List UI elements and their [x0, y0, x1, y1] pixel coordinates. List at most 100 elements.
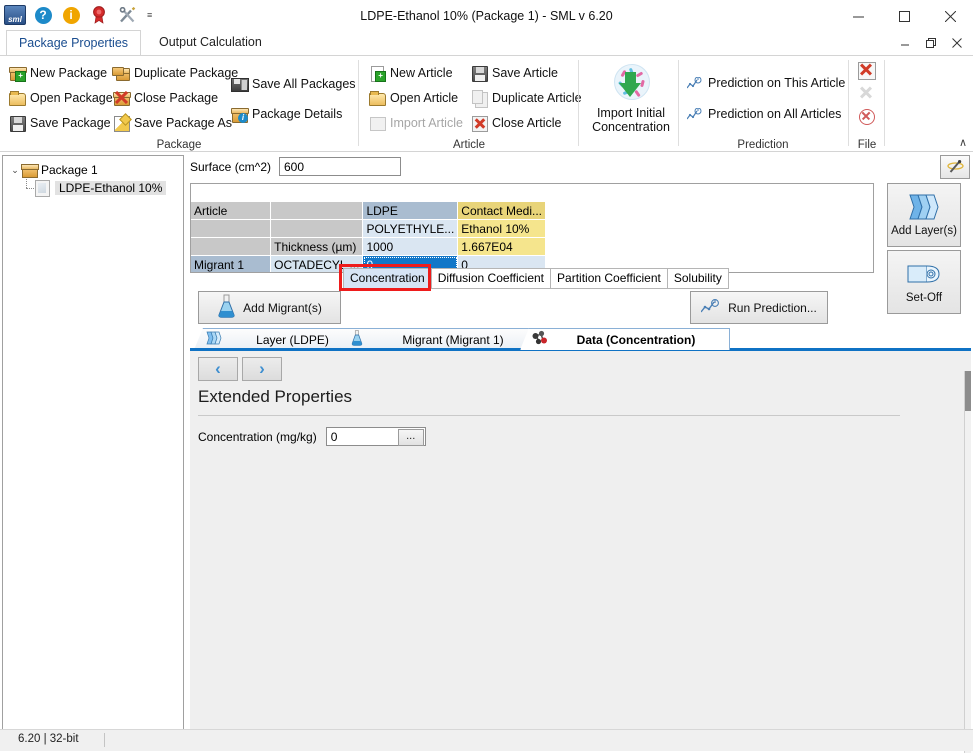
tab-layer-label: Layer (LDPE) — [230, 333, 355, 347]
tree-node-article-label: LDPE-Ethanol 10% — [55, 181, 166, 195]
grid-cell[interactable] — [363, 184, 458, 202]
duplicate-article-button[interactable]: Duplicate Article — [468, 86, 585, 110]
tree-connector — [21, 179, 35, 197]
add-layers-button[interactable]: Add Layer(s) — [887, 183, 961, 247]
set-off-icon — [905, 260, 943, 290]
chevron-down-icon[interactable]: ⌄ — [9, 164, 21, 176]
add-migrants-button[interactable]: Add Migrant(s) — [198, 291, 341, 324]
tab-partition-coefficient[interactable]: Partition Coefficient — [550, 268, 668, 289]
prediction-on-this-article-button[interactable]: Prediction on This Article — [684, 71, 848, 95]
quick-access-toolbar: sml ? i — [4, 4, 152, 26]
save-package-as-button[interactable]: Save Package As — [110, 111, 235, 135]
tab-solubility[interactable]: Solubility — [667, 268, 729, 289]
open-package-button[interactable]: Open Package — [6, 86, 116, 110]
add-migrants-label: Add Migrant(s) — [243, 301, 322, 315]
award-icon[interactable] — [88, 4, 110, 26]
table-row[interactable]: Thickness (µm) 1000 1.667E04 — [191, 238, 873, 256]
concentration-input[interactable]: 0 ... — [326, 427, 426, 446]
run-prediction-button[interactable]: Run Prediction... — [690, 291, 828, 324]
duplicate-package-button[interactable]: Duplicate Package — [110, 61, 241, 85]
tree-node-article[interactable]: LDPE-Ethanol 10% — [3, 179, 183, 197]
window-minimize-button[interactable] — [835, 0, 881, 32]
grid-cell-filler — [545, 202, 872, 220]
close-package-icon — [113, 90, 129, 106]
save-package-icon — [9, 115, 25, 131]
table-row[interactable]: POLYETHYLE... Ethanol 10% — [191, 220, 873, 238]
close-package-button[interactable]: Close Package — [110, 86, 221, 110]
grid-cell[interactable] — [271, 184, 363, 202]
mdi-minimize-button[interactable] — [893, 32, 917, 54]
tab-diffusion-coefficient[interactable]: Diffusion Coefficient — [431, 268, 551, 289]
mdi-restore-button[interactable] — [919, 32, 943, 54]
vertical-scrollbar[interactable] — [964, 371, 971, 753]
ribbon-group-article-label: Article — [360, 139, 578, 151]
set-off-button[interactable]: Set-Off — [887, 250, 961, 314]
quick-access-more-icon[interactable]: ≡ — [144, 10, 152, 20]
prediction-on-all-articles-button[interactable]: Prediction on All Articles — [684, 102, 844, 126]
cut-file-icon[interactable] — [856, 83, 876, 103]
tree-node-package-1[interactable]: ⌄ Package 1 — [3, 161, 183, 179]
title-bar: LDPE-Ethanol 10% (Package 1) - SML v 6.2… — [0, 0, 973, 32]
tab-solubility-label: Solubility — [674, 271, 722, 285]
grid-cell-filler — [545, 238, 872, 256]
grid-cell-polymer[interactable]: POLYETHYLE... — [363, 220, 458, 238]
tab-migrant[interactable]: Migrant (Migrant 1) — [340, 328, 550, 350]
grid-cell[interactable] — [271, 202, 363, 220]
group-separator — [358, 60, 359, 146]
info-icon[interactable]: i — [60, 4, 82, 26]
import-article-icon — [369, 115, 385, 131]
new-article-button[interactable]: + New Article — [366, 61, 456, 85]
grid-cell-simulant[interactable]: Ethanol 10% — [458, 220, 546, 238]
article-grid[interactable]: Article LDPE Contact Medi... POLYETHYLE.… — [190, 183, 874, 273]
close-article-button[interactable]: Close Article — [468, 111, 564, 135]
tab-data-concentration[interactable]: Data (Concentration) — [520, 328, 730, 350]
grid-cell[interactable] — [191, 184, 271, 202]
delete-file-icon[interactable] — [856, 106, 876, 126]
tab-output-calculation[interactable]: Output Calculation — [145, 30, 276, 56]
grid-cell-migrant-label[interactable]: Migrant 1 — [191, 256, 271, 274]
table-row[interactable]: Article LDPE Contact Medi... — [191, 202, 873, 220]
next-button[interactable]: › — [242, 357, 282, 381]
grid-cell[interactable] — [191, 220, 271, 238]
open-package-icon — [9, 90, 25, 106]
divider — [198, 415, 900, 416]
import-article-button[interactable]: Import Article — [366, 111, 466, 135]
save-package-button[interactable]: Save Package — [6, 111, 114, 135]
import-initial-concentration-button[interactable]: Import Initial Concentration — [585, 60, 677, 134]
grid-cell[interactable] — [191, 238, 271, 256]
concentration-browse-button[interactable]: ... — [398, 429, 424, 446]
scrollbar-thumb[interactable] — [965, 371, 971, 411]
grid-cell-thickness-label[interactable]: Thickness (µm) — [271, 238, 363, 256]
tab-package-properties[interactable]: Package Properties — [6, 30, 141, 58]
save-all-packages-button[interactable]: Save All Packages — [228, 72, 359, 96]
close-file-icon[interactable] — [856, 60, 876, 80]
package-tree[interactable]: ⌄ Package 1 LDPE-Ethanol 10% — [2, 155, 184, 730]
concentration-label: Concentration (mg/kg) — [198, 430, 317, 444]
ribbon-group-package-label: Package — [0, 139, 358, 151]
save-article-button[interactable]: Save Article — [468, 61, 561, 85]
package-details-button[interactable]: i Package Details — [228, 102, 345, 126]
open-article-button[interactable]: Open Article — [366, 86, 461, 110]
status-bar: 6.20 | 32-bit — [0, 729, 973, 751]
window-maximize-button[interactable] — [881, 0, 927, 32]
grid-cell-thickness-layer[interactable]: 1000 — [363, 238, 458, 256]
grid-cell[interactable] — [458, 184, 546, 202]
new-package-button[interactable]: + New Package — [6, 61, 110, 85]
grid-cell-article-label[interactable]: Article — [191, 202, 271, 220]
window-close-button[interactable] — [927, 0, 973, 32]
magic-wand-button[interactable] — [940, 155, 970, 179]
grid-cell-layer-name[interactable]: LDPE — [363, 202, 458, 220]
mdi-close-button[interactable] — [945, 32, 969, 54]
tab-package-properties-label: Package Properties — [19, 36, 128, 50]
prev-button[interactable]: ‹ — [198, 357, 238, 381]
surface-input[interactable]: 600 — [279, 157, 401, 176]
surface-label: Surface (cm^2) — [190, 160, 271, 174]
grid-cell-thickness-medium[interactable]: 1.667E04 — [458, 238, 546, 256]
grid-cell-contact-medium[interactable]: Contact Medi... — [458, 202, 546, 220]
grid-cell[interactable] — [271, 220, 363, 238]
table-row[interactable] — [191, 184, 873, 202]
help-icon[interactable]: ? — [32, 4, 54, 26]
page-title: Extended Properties — [198, 387, 352, 407]
tools-icon[interactable] — [116, 4, 138, 26]
ribbon-collapse-button[interactable]: ∧ — [959, 136, 967, 149]
